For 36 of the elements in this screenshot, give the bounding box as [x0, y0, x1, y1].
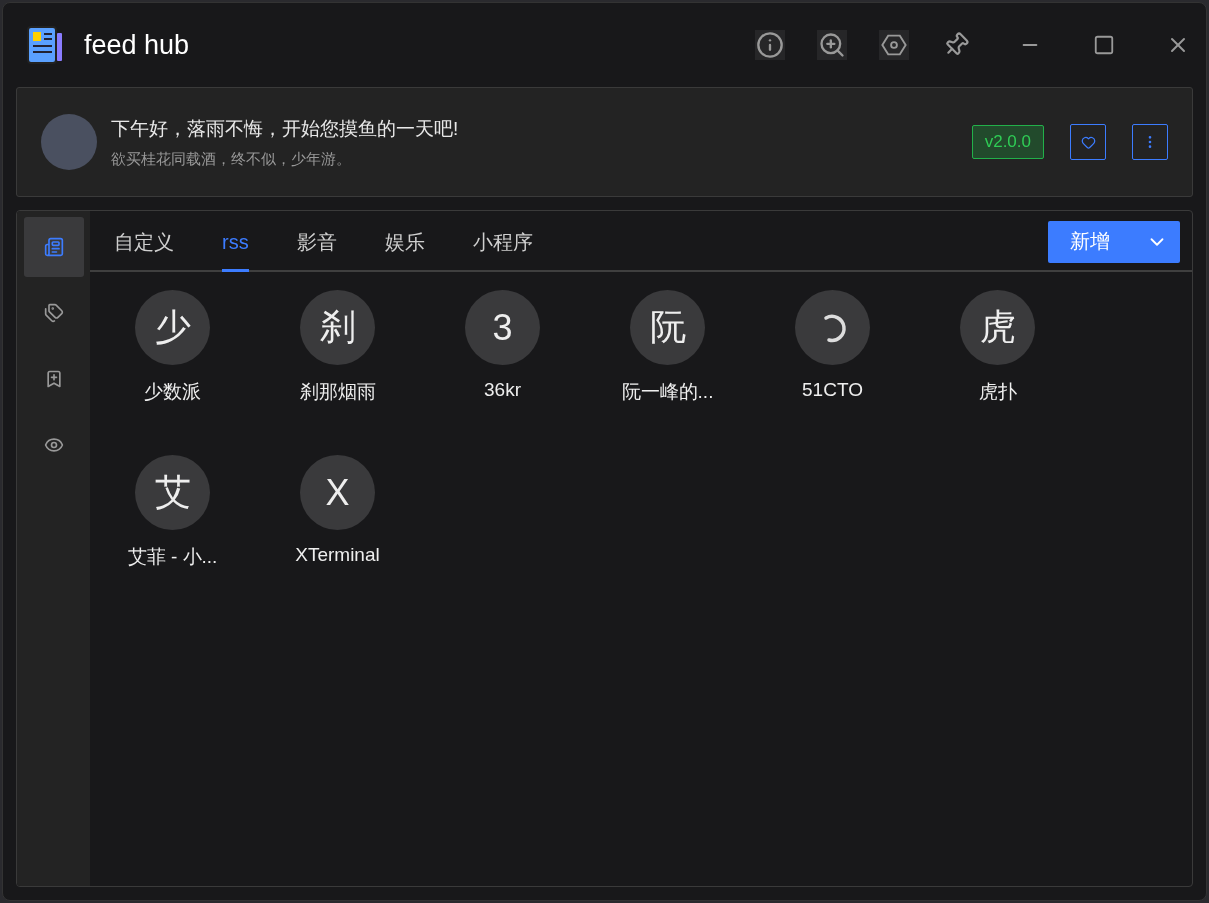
tab[interactable]: 小程序	[472, 211, 533, 272]
more-button[interactable]	[1132, 124, 1168, 160]
info-icon[interactable]	[755, 30, 785, 60]
tab[interactable]: rss	[222, 211, 249, 272]
tab[interactable]: 影音	[296, 211, 337, 272]
eye-icon	[43, 435, 64, 455]
version-badge: v2.0.0	[971, 125, 1044, 159]
greeting-text: 下午好，落雨不悔，开始您摸鱼的一天吧!	[111, 116, 460, 141]
feed-name[interactable]: 阮一峰的...	[621, 379, 714, 405]
tab[interactable]: 娱乐	[384, 211, 425, 272]
heart-icon	[1080, 134, 1096, 150]
feed-name[interactable]: 艾菲 - 小...	[127, 544, 218, 570]
tab[interactable]: 自定义	[114, 211, 174, 272]
feed-avatar: 虎	[960, 290, 1035, 365]
feed-avatar: 艾	[135, 455, 210, 530]
feed-name[interactable]: 51CTO	[802, 379, 863, 401]
feed-avatar: 刹	[300, 290, 375, 365]
feed-name[interactable]: 刹那烟雨	[299, 379, 376, 405]
feed-name[interactable]: XTerminal	[295, 544, 380, 566]
feed-avatar: 3	[465, 290, 540, 365]
window-title: feed hub	[84, 29, 191, 61]
feed-avatar: X	[300, 455, 375, 530]
feed-name[interactable]: 虎扑	[978, 379, 1017, 405]
favorite-button[interactable]	[1070, 124, 1106, 160]
feed-name[interactable]: 少数派	[144, 379, 201, 405]
zoom-in-icon[interactable]	[817, 30, 847, 60]
newspaper-icon	[43, 237, 64, 257]
motto-text: 欲买桂花同载酒，终不似，少年游。	[111, 149, 352, 169]
sidebar-item[interactable]	[23, 217, 84, 277]
add-button[interactable]: 新增	[1048, 220, 1180, 263]
settings-icon[interactable]	[879, 30, 909, 60]
avatar-photo-placeholder	[41, 114, 97, 170]
feed-avatar: 少	[135, 290, 210, 365]
feed-name[interactable]: 36kr	[484, 379, 521, 401]
feed-avatar: 阮	[630, 290, 705, 365]
tag-icon	[43, 303, 64, 323]
